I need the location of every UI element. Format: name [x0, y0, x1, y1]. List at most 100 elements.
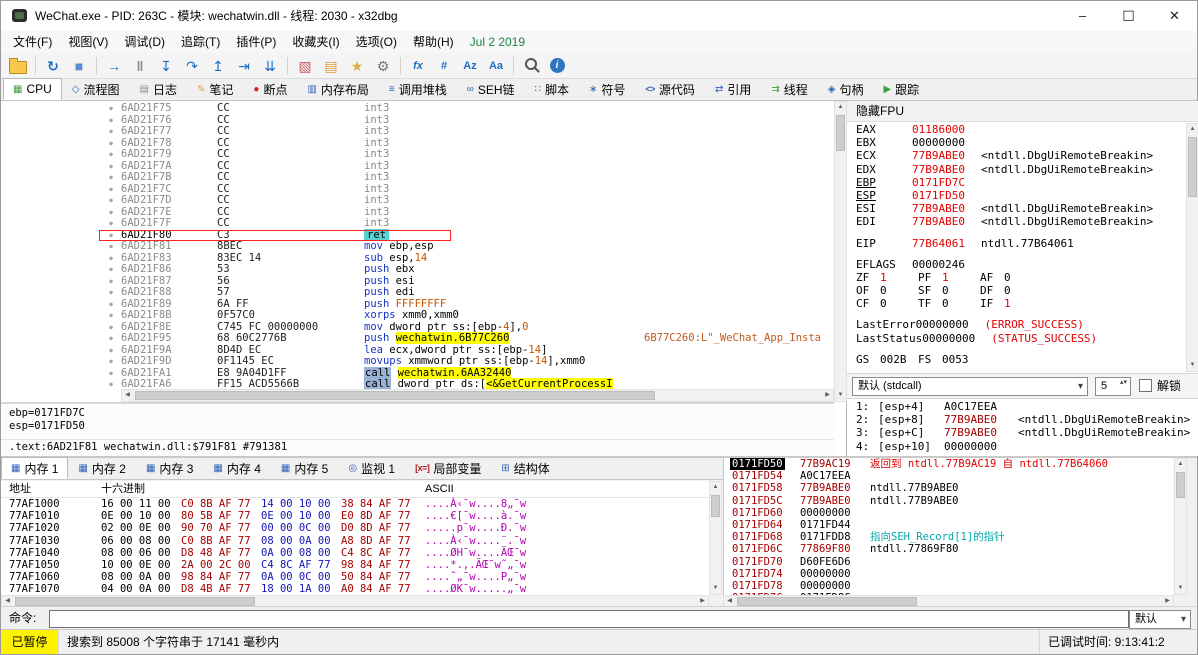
register-row[interactable]: EIP77B64061ntdll.77B64061 [847, 237, 1186, 250]
tab-threads[interactable]: ⇉线程 [761, 78, 817, 100]
flag-value[interactable]: 0 [942, 284, 980, 297]
tab-call-stack[interactable]: ≡调用堆栈 [379, 78, 457, 100]
expression-fx-icon[interactable]: fx [406, 55, 430, 77]
stack-row[interactable]: 0171FD7800000000 [724, 580, 1187, 592]
register-value[interactable]: 00000000 [922, 332, 975, 345]
stack-row[interactable]: 0171FD680171FDD8指向SEH_Record[1]的指针 [724, 531, 1187, 543]
stack-row[interactable]: 0171FD640171FD44 [724, 519, 1187, 531]
menu-item-5[interactable]: 插件(P) [228, 31, 284, 53]
breakpoint-dot[interactable]: ● [105, 184, 117, 196]
info-icon[interactable]: i [545, 55, 569, 77]
breakpoint-dot[interactable]: ● [105, 138, 117, 150]
favourites-icon[interactable]: ★ [345, 55, 369, 77]
scroll-up-button[interactable] [710, 482, 721, 493]
animate-into-icon[interactable]: ⇊ [258, 55, 282, 77]
register-value[interactable]: 77B9ABE0 [912, 149, 965, 162]
register-row[interactable]: LastError00000000(ERROR_SUCCESS) [847, 318, 1186, 331]
tab-trace[interactable]: ▶跟踪 [873, 78, 929, 100]
tab-notes[interactable]: ✎笔记 [187, 78, 243, 100]
tab-handles[interactable]: ◈句柄 [818, 78, 874, 100]
flag-value[interactable]: 1 [880, 271, 918, 284]
breakpoint-dot[interactable]: ● [105, 333, 117, 345]
scroll-up-button[interactable] [835, 102, 846, 113]
register-row[interactable]: EFLAGS00000246 [847, 258, 1186, 271]
disasm-vscrollbar[interactable] [834, 101, 847, 402]
pause-icon[interactable]: ‖ [128, 55, 152, 77]
tab-watch-1[interactable]: ◎监视 1 [338, 457, 405, 479]
register-row[interactable]: EBP0171FD7C [847, 176, 1186, 189]
stack-row[interactable]: 0171FD70D60FE6D6 [724, 556, 1187, 568]
tab-memory-map[interactable]: ▥内存布局 [297, 78, 378, 100]
menu-item-4[interactable]: 追踪(T) [173, 31, 228, 53]
register-row[interactable]: ESP0171FD50 [847, 189, 1186, 202]
menu-item-1[interactable]: 文件(F) [5, 31, 60, 53]
tab-dump-2[interactable]: ▦内存 2 [68, 457, 135, 479]
disasm-row[interactable]: ●6AD21F79CCint3 [1, 149, 834, 161]
flag-value[interactable]: 0 [1004, 284, 1042, 297]
stack-vscroll-thumb[interactable] [1176, 472, 1185, 498]
tab-struct[interactable]: ⊞结构体 [491, 457, 559, 479]
breakpoint-dot[interactable]: ● [105, 149, 117, 161]
flag-value[interactable]: 0 [880, 297, 918, 310]
command-input[interactable] [49, 610, 1129, 628]
register-row[interactable]: EDI77B9ABE0<ntdll.DbgUiRemoteBreakin> [847, 215, 1186, 228]
tab-cpu[interactable]: ▦CPU [3, 78, 62, 100]
dump-row[interactable]: 77AF104008 00 06 00D8 48 AF 770A 00 08 0… [1, 547, 709, 559]
scroll-up-button[interactable] [1187, 124, 1198, 135]
disasm-row[interactable]: ●6AD21F77CCint3 [1, 126, 834, 138]
patches-icon[interactable]: ▧ [293, 55, 317, 77]
register-value[interactable]: 0171FD7C [912, 176, 965, 189]
registers-vscroll-thumb[interactable] [1188, 137, 1197, 197]
tab-dump-3[interactable]: ▦内存 3 [136, 457, 203, 479]
breakpoint-dot[interactable]: ● [105, 218, 117, 230]
unlock-checkbox[interactable] [1139, 379, 1152, 392]
breakpoint-dot[interactable]: ● [105, 195, 117, 207]
stack-row[interactable]: 0171FD6000000000 [724, 507, 1187, 519]
flag-value[interactable]: 1 [942, 271, 980, 284]
memory-map-icon[interactable]: ▤ [319, 55, 343, 77]
menu-item-8[interactable]: 帮助(H) [405, 31, 462, 53]
restart-icon[interactable]: ↻ [41, 55, 65, 77]
register-row[interactable]: CF0TF0IF1 [847, 297, 1186, 310]
maximize-button[interactable] [1106, 1, 1151, 31]
dump-vscrollbar[interactable] [709, 481, 722, 595]
tab-breakpoints[interactable]: ●断点 [243, 78, 297, 100]
dump-row[interactable]: 77AF107004 00 0A 00D8 4B AF 7718 00 1A 0… [1, 583, 709, 595]
stack-vscrollbar[interactable] [1174, 458, 1187, 595]
minimize-button[interactable] [1060, 1, 1105, 31]
tab-dump-4[interactable]: ▦内存 4 [203, 457, 270, 479]
tab-script[interactable]: ∷脚本 [525, 78, 579, 100]
argument-row-1[interactable]: 1:[esp+4]A0C17EEA [847, 400, 1198, 413]
search-icon[interactable] [519, 55, 543, 77]
stop-icon[interactable]: ■ [67, 55, 91, 77]
stack-row[interactable]: 0171FD54A0C17EEA [724, 470, 1187, 482]
flag-value[interactable]: 0 [880, 284, 918, 297]
breakpoint-dot[interactable]: ● [105, 230, 117, 242]
register-row[interactable]: GS002BFS0053 [847, 353, 1186, 366]
scroll-up-button[interactable] [1175, 459, 1186, 470]
register-row[interactable]: LastStatus00000000(STATUS_SUCCESS) [847, 332, 1186, 345]
disasm-row[interactable]: ●6AD21F7BCCint3 [1, 172, 834, 184]
run-to-user-code-icon[interactable]: ⇥ [232, 55, 256, 77]
breakpoint-dot[interactable]: ● [105, 356, 117, 368]
register-value[interactable]: 00000000 [916, 318, 969, 331]
register-row[interactable]: ECX77B9ABE0<ntdll.DbgUiRemoteBreakin> [847, 149, 1186, 162]
stack-row[interactable]: 0171FD7400000000 [724, 568, 1187, 580]
disasm-row[interactable]: ●6AD21F75CCint3 [1, 103, 834, 115]
stack-row[interactable]: 0171FD5877B9ABE0ntdll.77B9ABE0 [724, 482, 1187, 494]
disasm-row[interactable]: ●6AD21F9D0F1145 ECmovups xmmword ptr ss:… [1, 356, 834, 368]
menu-item-3[interactable]: 调试(D) [116, 31, 173, 53]
disasm-row[interactable]: ●6AD21F8653push ebx [1, 264, 834, 276]
scroll-down-button[interactable] [835, 390, 846, 401]
breakpoint-dot[interactable]: ● [105, 299, 117, 311]
stack-row[interactable]: 0171FD5C77B9ABE0ntdll.77B9ABE0 [724, 495, 1187, 507]
disasm-hscroll-thumb[interactable] [135, 391, 655, 400]
register-value[interactable]: 77B9ABE0 [912, 163, 965, 176]
argument-row-4[interactable]: 4:[esp+10]00000000 [847, 440, 1198, 453]
register-row[interactable]: EAX01186000 [847, 123, 1186, 136]
disasm-hscrollbar[interactable] [121, 389, 834, 402]
tab-dump-5[interactable]: ▦内存 5 [271, 457, 338, 479]
dump-row[interactable]: 77AF100016 00 11 00C0 8B AF 7714 00 10 0… [1, 498, 709, 510]
step-out-icon[interactable]: ↥ [206, 55, 230, 77]
breakpoint-dot[interactable]: ● [105, 172, 117, 184]
